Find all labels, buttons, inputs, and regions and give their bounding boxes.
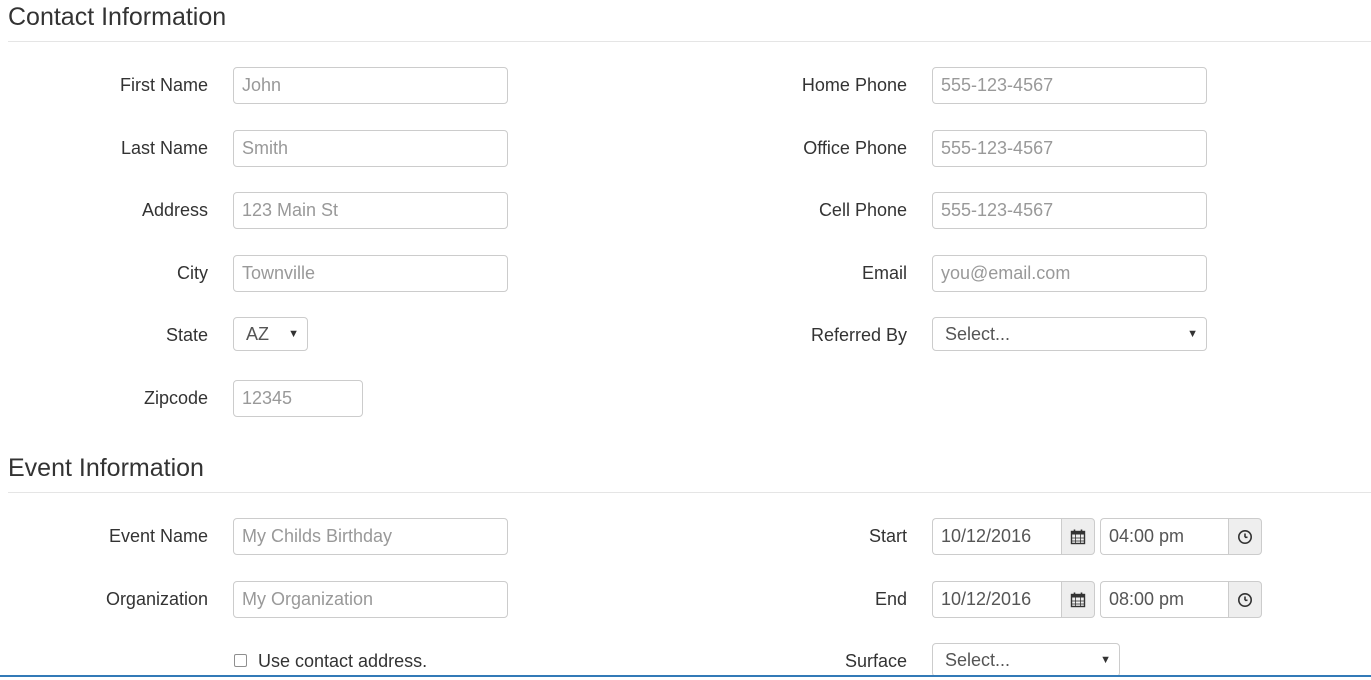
home-phone-label: Home Phone bbox=[801, 75, 907, 95]
start-time-clock-button[interactable] bbox=[1228, 518, 1262, 555]
use-contact-address-label[interactable]: Use contact address. bbox=[258, 651, 427, 671]
use-contact-address-checkbox[interactable] bbox=[234, 654, 247, 667]
surface-select-value: Select... bbox=[945, 650, 1011, 670]
cell-phone-label: Cell Phone bbox=[818, 200, 907, 220]
event-name-label: Event Name bbox=[108, 526, 208, 546]
clock-icon bbox=[1238, 529, 1252, 544]
start-date-calendar-button[interactable] bbox=[1061, 518, 1095, 555]
end-time-clock-button[interactable] bbox=[1228, 581, 1262, 618]
surface-select[interactable]: Select... ▼ bbox=[932, 643, 1120, 677]
state-select-value: AZ bbox=[246, 324, 270, 344]
end-time-input[interactable] bbox=[1100, 581, 1228, 618]
state-select[interactable]: AZ ▼ bbox=[233, 317, 308, 351]
last-name-input[interactable] bbox=[233, 130, 508, 167]
start-date-input[interactable] bbox=[932, 518, 1061, 555]
end-date-input[interactable] bbox=[932, 581, 1061, 618]
email-input[interactable] bbox=[932, 255, 1207, 292]
organization-input[interactable] bbox=[233, 581, 508, 618]
address-label: Address bbox=[141, 200, 208, 220]
email-label: Email bbox=[861, 263, 907, 283]
zipcode-label: Zipcode bbox=[143, 388, 208, 408]
referred-by-label: Referred By bbox=[810, 325, 907, 345]
calendar-icon bbox=[1070, 529, 1086, 544]
home-phone-input[interactable] bbox=[932, 67, 1207, 104]
city-input[interactable] bbox=[233, 255, 508, 292]
zipcode-input[interactable] bbox=[233, 380, 363, 417]
clock-icon bbox=[1238, 592, 1252, 607]
referred-by-select-value: Select... bbox=[945, 324, 1011, 344]
state-label: State bbox=[165, 325, 208, 345]
first-name-label: First Name bbox=[119, 75, 208, 95]
caret-down-icon: ▼ bbox=[1187, 328, 1198, 340]
calendar-icon bbox=[1070, 592, 1086, 607]
caret-down-icon: ▼ bbox=[288, 328, 299, 340]
event-divider bbox=[8, 492, 1371, 493]
organization-label: Organization bbox=[105, 589, 208, 609]
event-name-input[interactable] bbox=[233, 518, 508, 555]
last-name-label: Last Name bbox=[120, 138, 208, 158]
start-label: Start bbox=[868, 526, 907, 546]
caret-down-icon: ▼ bbox=[1100, 654, 1111, 666]
first-name-input[interactable] bbox=[233, 67, 508, 104]
city-label: City bbox=[177, 263, 208, 283]
referred-by-select[interactable]: Select... ▼ bbox=[932, 317, 1207, 351]
cell-phone-input[interactable] bbox=[932, 192, 1207, 229]
end-label: End bbox=[874, 589, 907, 609]
address-input[interactable] bbox=[233, 192, 508, 229]
start-time-input[interactable] bbox=[1100, 518, 1228, 555]
office-phone-input[interactable] bbox=[932, 130, 1207, 167]
office-phone-label: Office Phone bbox=[803, 138, 907, 158]
event-section-title: Event Information bbox=[8, 454, 204, 482]
end-date-calendar-button[interactable] bbox=[1061, 581, 1095, 618]
contact-section-title: Contact Information bbox=[8, 3, 227, 31]
contact-divider bbox=[8, 41, 1371, 42]
